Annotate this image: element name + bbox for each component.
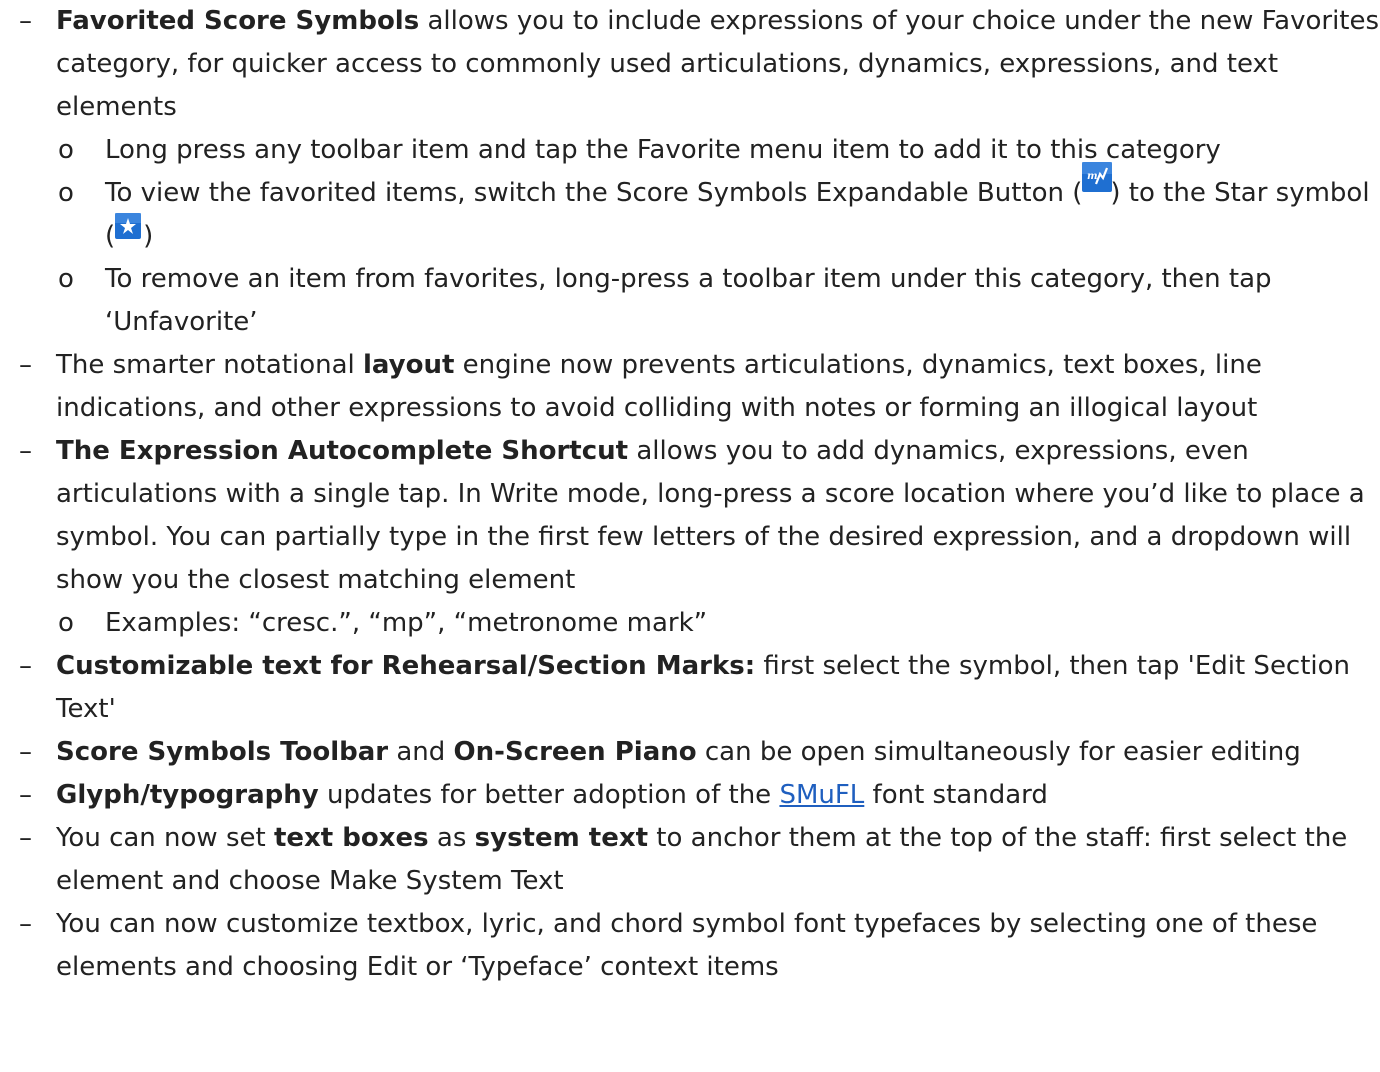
- dash-bullet: –: [19, 6, 32, 36]
- list-item-system-text: – You can now set text boxes as system t…: [0, 817, 1380, 903]
- list-item-typeface: – You can now customize textbox, lyric, …: [0, 903, 1380, 989]
- sub-item-text-c: ): [143, 221, 154, 251]
- feature-title-2: system text: [474, 823, 649, 853]
- feature-title: Favorited Score Symbols: [56, 6, 420, 36]
- dash-bullet: –: [19, 350, 32, 380]
- list-item-rehearsal-marks: – Customizable text for Rehearsal/Sectio…: [0, 645, 1380, 731]
- sub-item-view-favorites: o To view the favorited items, switch th…: [0, 162, 1380, 258]
- sub-item-text-a: To view the favorited items, switch the …: [105, 178, 1083, 208]
- dash-bullet: –: [19, 823, 32, 853]
- smufl-link[interactable]: SMuFL: [779, 780, 864, 810]
- feature-title: text boxes: [273, 823, 429, 853]
- feature-title: layout: [363, 350, 455, 380]
- list-item-autocomplete: – The Expression Autocomplete Shortcut a…: [0, 430, 1380, 602]
- feature-text: can be open simultaneously for easier ed…: [696, 737, 1301, 767]
- feature-text: You can now customize textbox, lyric, an…: [56, 909, 1318, 982]
- feature-title: The Expression Autocomplete Shortcut: [56, 436, 629, 466]
- dash-bullet: –: [19, 909, 32, 939]
- feature-text-pre: You can now set: [56, 823, 274, 853]
- list-item-layout: – The smarter notational layout engine n…: [0, 344, 1380, 430]
- feature-text-mid: as: [428, 823, 475, 853]
- score-symbols-expandable-icon: m: [1082, 162, 1113, 204]
- dash-bullet: –: [19, 780, 32, 810]
- feature-list: – Favorited Score Symbols allows you to …: [0, 0, 1380, 989]
- list-item-favorites: – Favorited Score Symbols allows you to …: [0, 0, 1380, 129]
- list-item-glyph: – Glyph/typography updates for better ad…: [0, 774, 1380, 817]
- dash-bullet: –: [19, 737, 32, 767]
- feature-text-pre: updates for better adoption of the: [318, 780, 780, 810]
- feature-title: Customizable text for Rehearsal/Section …: [56, 651, 756, 681]
- sub-item-text: Long press any toolbar item and tap the …: [105, 135, 1221, 165]
- circle-bullet: o: [58, 608, 74, 638]
- feature-text: font standard: [864, 780, 1048, 810]
- svg-text:m: m: [1087, 171, 1098, 182]
- star-symbol-icon: [115, 213, 143, 247]
- sub-item-examples: o Examples: “cresc.”, “mp”, “metronome m…: [0, 602, 1380, 645]
- sub-item-text: Examples: “cresc.”, “mp”, “metronome mar…: [105, 608, 708, 638]
- feature-title: Score Symbols Toolbar: [56, 737, 389, 767]
- dash-bullet: –: [19, 651, 32, 681]
- feature-title: Glyph/typography: [56, 780, 319, 810]
- circle-bullet: o: [58, 178, 74, 208]
- sub-item-remove-favorite: o To remove an item from favorites, long…: [0, 258, 1380, 344]
- circle-bullet: o: [58, 135, 74, 165]
- feature-text-mid: and: [388, 737, 454, 767]
- feature-text-pre: The smarter notational: [56, 350, 363, 380]
- list-item-toolbar-piano: – Score Symbols Toolbar and On-Screen Pi…: [0, 731, 1380, 774]
- release-notes-page: – Favorited Score Symbols allows you to …: [0, 0, 1380, 1072]
- dash-bullet: –: [19, 436, 32, 466]
- sub-item-favorite-long-press: o Long press any toolbar item and tap th…: [0, 129, 1380, 172]
- sub-item-text: To remove an item from favorites, long-p…: [105, 264, 1272, 337]
- circle-bullet: o: [58, 264, 74, 294]
- feature-title-2: On-Screen Piano: [453, 737, 697, 767]
